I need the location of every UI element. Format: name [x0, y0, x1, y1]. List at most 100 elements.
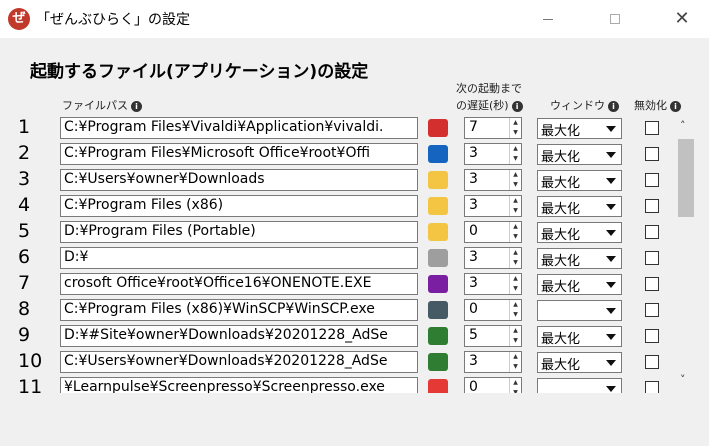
spin-buttons[interactable]: ▲ ▼ — [509, 248, 521, 268]
scroll-thumb[interactable] — [678, 139, 694, 217]
excel-icon — [428, 353, 448, 371]
delay-stepper[interactable]: 3 ▲ ▼ — [464, 143, 522, 165]
delay-stepper[interactable]: 3 ▲ ▼ — [464, 169, 522, 191]
delay-stepper[interactable]: 0 ▲ ▼ — [464, 299, 522, 321]
spin-down-icon[interactable]: ▼ — [510, 232, 521, 242]
disable-checkbox[interactable] — [645, 251, 659, 265]
spin-up-icon[interactable]: ▲ — [510, 196, 521, 206]
window-select[interactable] — [537, 300, 622, 321]
spin-buttons[interactable]: ▲ ▼ — [509, 144, 521, 164]
spin-up-icon[interactable]: ▲ — [510, 352, 521, 362]
window-select[interactable]: 最大化 — [537, 274, 622, 295]
disable-checkbox[interactable] — [645, 225, 659, 239]
scrollbar[interactable]: ˄ ˅ — [676, 117, 696, 393]
window-select[interactable]: 最大化 — [537, 144, 622, 165]
spin-up-icon[interactable]: ▲ — [510, 274, 521, 284]
delay-value: 0 — [469, 301, 478, 317]
disable-checkbox[interactable] — [645, 329, 659, 343]
window-select[interactable]: 最大化 — [537, 170, 622, 191]
spin-up-icon[interactable]: ▲ — [510, 144, 521, 154]
info-icon[interactable]: i — [131, 100, 142, 112]
filepath-input[interactable]: C:¥Program Files¥Vivaldi¥Application¥viv… — [60, 117, 418, 139]
window-select[interactable]: 最大化 — [537, 196, 622, 217]
spin-up-icon[interactable]: ▲ — [510, 222, 521, 232]
winscp-icon — [428, 301, 448, 319]
disable-checkbox[interactable] — [645, 199, 659, 213]
filepath-input[interactable]: ¥Learnpulse¥Screenpresso¥Screenpresso.ex… — [60, 377, 418, 393]
scroll-down-icon[interactable]: ˅ — [680, 373, 686, 386]
disable-checkbox[interactable] — [645, 303, 659, 317]
delay-value: 0 — [469, 379, 478, 393]
spin-buttons[interactable]: ▲ ▼ — [509, 170, 521, 190]
spin-up-icon[interactable]: ▲ — [510, 170, 521, 180]
delay-stepper[interactable]: 5 ▲ ▼ — [464, 325, 522, 347]
spin-buttons[interactable]: ▲ ▼ — [509, 352, 521, 372]
window-select[interactable]: 最大化 — [537, 248, 622, 269]
spin-up-icon[interactable]: ▲ — [510, 118, 521, 128]
spin-down-icon[interactable]: ▼ — [510, 154, 521, 164]
disable-checkbox[interactable] — [645, 121, 659, 135]
filepath-input[interactable]: D:¥Program Files (Portable) — [60, 221, 418, 243]
window-select[interactable] — [537, 378, 622, 393]
filepath-input[interactable]: C:¥Users¥owner¥Downloads — [60, 169, 418, 191]
filepath-input[interactable]: crosoft Office¥root¥Office16¥ONENOTE.EXE — [60, 273, 418, 295]
spin-buttons[interactable]: ▲ ▼ — [509, 378, 521, 393]
window-select-value: 最大化 — [541, 124, 581, 139]
disable-checkbox[interactable] — [645, 173, 659, 187]
delay-stepper[interactable]: 3 ▲ ▼ — [464, 247, 522, 269]
window-select[interactable]: 最大化 — [537, 222, 622, 243]
spin-up-icon[interactable]: ▲ — [510, 326, 521, 336]
spin-down-icon[interactable]: ▼ — [510, 310, 521, 320]
info-icon[interactable]: i — [608, 100, 619, 112]
filepath-input[interactable]: C:¥Program Files¥Microsoft Office¥root¥O… — [60, 143, 418, 165]
filepath-input[interactable]: D:¥ — [60, 247, 418, 269]
spin-buttons[interactable]: ▲ ▼ — [509, 118, 521, 138]
filepath-input[interactable]: C:¥Program Files (x86)¥WinSCP¥WinSCP.exe — [60, 299, 418, 321]
spin-down-icon[interactable]: ▼ — [510, 284, 521, 294]
spin-down-icon[interactable]: ▼ — [510, 362, 521, 372]
spin-up-icon[interactable]: ▲ — [510, 300, 521, 310]
delay-stepper[interactable]: 0 ▲ ▼ — [464, 377, 522, 393]
scroll-up-icon[interactable]: ˄ — [680, 119, 686, 132]
spin-up-icon[interactable]: ▲ — [510, 378, 521, 388]
close-button[interactable]: ✕ — [659, 0, 705, 38]
section-title: 起動するファイル(アプリケーション)の設定 — [30, 62, 369, 82]
spin-buttons[interactable]: ▲ ▼ — [509, 300, 521, 320]
disable-checkbox[interactable] — [645, 355, 659, 369]
spin-buttons[interactable]: ▲ ▼ — [509, 274, 521, 294]
spin-down-icon[interactable]: ▼ — [510, 206, 521, 216]
file-row: 4 C:¥Program Files (x86) 3 ▲ ▼ 最大化 — [0, 193, 672, 219]
spin-down-icon[interactable]: ▼ — [510, 336, 521, 346]
disable-checkbox[interactable] — [645, 381, 659, 393]
disable-checkbox[interactable] — [645, 147, 659, 161]
info-icon[interactable]: i — [670, 100, 681, 112]
info-icon[interactable]: i — [511, 100, 523, 112]
chevron-down-icon — [606, 386, 616, 392]
maximize-button[interactable] — [592, 0, 638, 38]
delay-stepper[interactable]: 7 ▲ ▼ — [464, 117, 522, 139]
close-icon: ✕ — [674, 8, 690, 29]
row-number: 10 — [18, 350, 43, 372]
delay-stepper[interactable]: 0 ▲ ▼ — [464, 221, 522, 243]
delay-value: 3 — [469, 353, 478, 369]
minimize-button[interactable] — [525, 0, 571, 38]
filepath-input[interactable]: D:¥#Site¥owner¥Downloads¥20201228_AdSe — [60, 325, 418, 347]
filepath-input[interactable]: C:¥Program Files (x86) — [60, 195, 418, 217]
window-select[interactable]: 最大化 — [537, 326, 622, 347]
window-select[interactable]: 最大化 — [537, 118, 622, 139]
delay-stepper[interactable]: 3 ▲ ▼ — [464, 195, 522, 217]
disable-checkbox[interactable] — [645, 277, 659, 291]
delay-value: 0 — [469, 223, 478, 239]
spin-buttons[interactable]: ▲ ▼ — [509, 326, 521, 346]
spin-buttons[interactable]: ▲ ▼ — [509, 222, 521, 242]
file-row: 8 C:¥Program Files (x86)¥WinSCP¥WinSCP.e… — [0, 297, 672, 323]
window-select[interactable]: 最大化 — [537, 352, 622, 373]
spin-down-icon[interactable]: ▼ — [510, 128, 521, 138]
spin-up-icon[interactable]: ▲ — [510, 248, 521, 258]
filepath-input[interactable]: C:¥Users¥owner¥Downloads¥20201228_AdSe — [60, 351, 418, 373]
spin-buttons[interactable]: ▲ ▼ — [509, 196, 521, 216]
spin-down-icon[interactable]: ▼ — [510, 180, 521, 190]
spin-down-icon[interactable]: ▼ — [510, 258, 521, 268]
delay-stepper[interactable]: 3 ▲ ▼ — [464, 273, 522, 295]
delay-stepper[interactable]: 3 ▲ ▼ — [464, 351, 522, 373]
